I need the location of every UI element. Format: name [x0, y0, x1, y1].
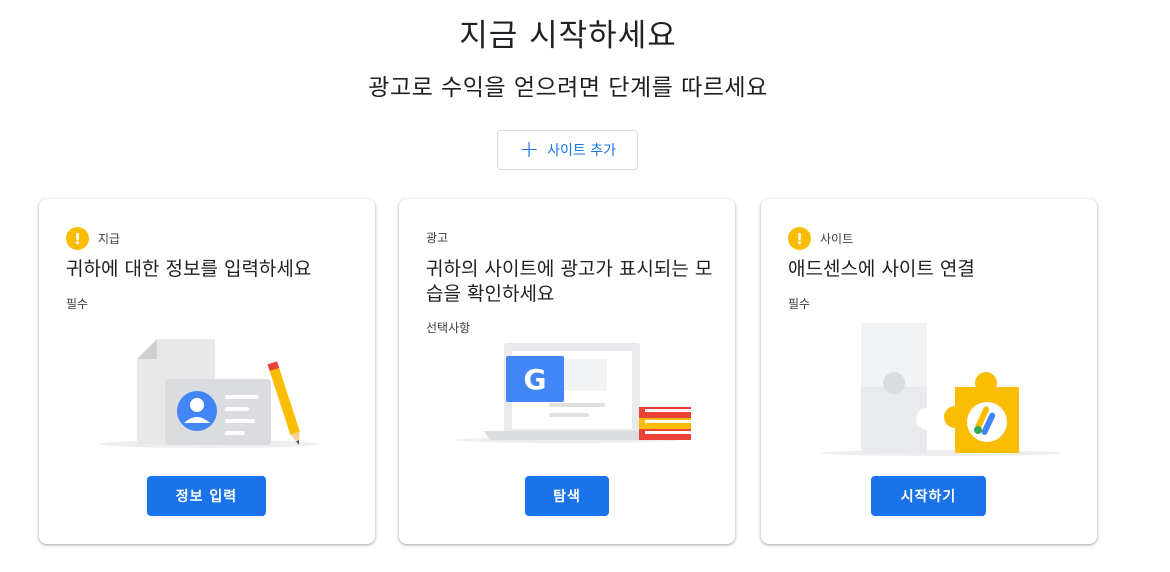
card-title: 귀하의 사이트에 광고가 표시되는 모습을 확인하세요	[426, 258, 713, 305]
explore-button[interactable]: 탐색	[525, 476, 609, 516]
card-header: 광고	[426, 229, 448, 246]
card-header: ! 사이트	[788, 227, 853, 250]
adsense-get-started-page: 지금 시작하세요 광고로 수익을 얻으려면 단계를 따르세요 + 사이트 추가 …	[0, 0, 1170, 572]
card-title: 애드센스에 사이트 연결	[788, 258, 975, 280]
get-started-button[interactable]: 시작하기	[871, 476, 986, 516]
svg-text:G: G	[524, 363, 547, 396]
laptop-preview-illustration: G	[455, 343, 691, 443]
card-note: 필수	[66, 297, 89, 311]
connect-site-card: ! 사이트 애드센스에 사이트 연결 필수 시작하기	[761, 199, 1097, 544]
ad-preview-card: 광고 귀하의 사이트에 광고가 표시되는 모습을 확인하세요 선택사항 G 탐색	[399, 199, 735, 544]
warning-icon: !	[788, 227, 811, 250]
id-card-illustration	[99, 339, 319, 448]
puzzle-illustration	[821, 323, 1061, 456]
plus-icon: +	[519, 135, 540, 163]
card-note: 필수	[788, 297, 811, 311]
card-title: 귀하에 대한 정보를 입력하세요	[66, 258, 312, 280]
payment-info-card: ! 지급 귀하에 대한 정보를 입력하세요 필수 정보 입력	[39, 199, 375, 544]
card-tag: 지급	[98, 232, 121, 246]
card-header: ! 지급	[66, 227, 120, 250]
warning-icon: !	[66, 227, 89, 250]
page-title: 지금 시작하세요	[459, 18, 677, 54]
card-tag: 사이트	[820, 232, 854, 246]
add-site-label: 사이트 추가	[547, 143, 616, 159]
add-site-button[interactable]: + 사이트 추가	[497, 130, 638, 170]
enter-info-button[interactable]: 정보 입력	[147, 476, 266, 516]
card-tag: 광고	[426, 231, 449, 245]
page-subtitle: 광고로 수익을 얻으려면 단계를 따르세요	[368, 75, 768, 101]
